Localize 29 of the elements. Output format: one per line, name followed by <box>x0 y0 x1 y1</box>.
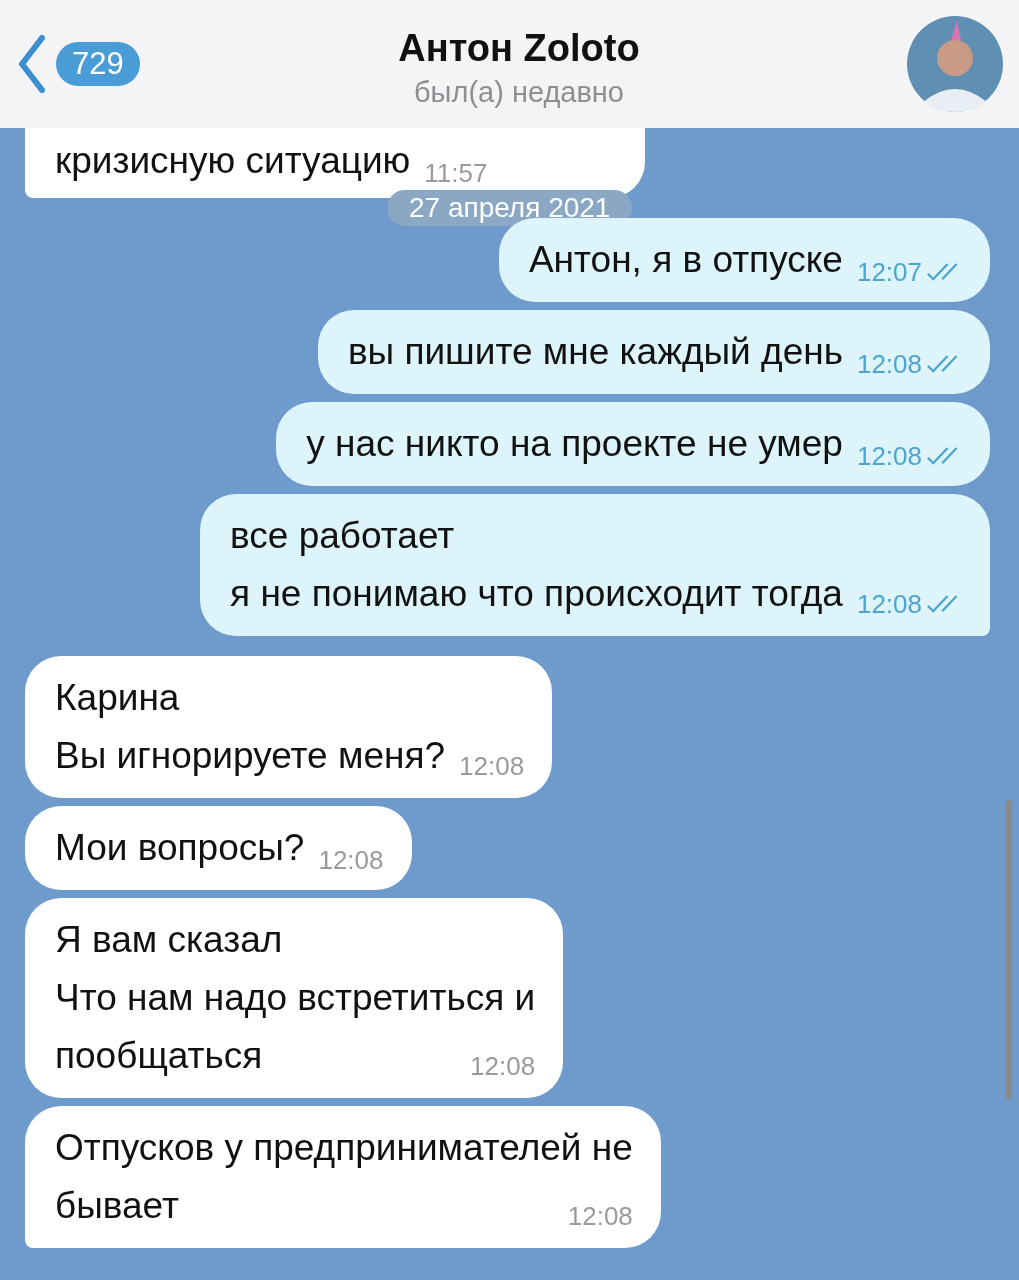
message-time: 12:08 <box>318 844 384 877</box>
message-text: пообщаться <box>55 1034 263 1078</box>
message-text: у нас никто на проекте не умер <box>306 422 843 466</box>
unread-badge: 729 <box>56 42 140 86</box>
message-time: 12:08 <box>459 750 525 783</box>
message-text: Я вам сказал <box>55 918 284 962</box>
message-text: я не понимаю что происходит тогда <box>230 572 843 616</box>
message-time: 12:08 <box>856 440 922 473</box>
last-seen-status: был(а) недавно <box>413 76 625 109</box>
message-text: Антон, я в отпуске <box>528 238 843 282</box>
message-time: 12:08 <box>856 588 922 621</box>
message-text: Вы игнорируете меня? <box>55 734 446 778</box>
avatar[interactable] <box>907 16 1003 112</box>
message-text: Карина <box>55 676 181 720</box>
message-time: 12:08 <box>567 1200 633 1233</box>
message-time: 12:07 <box>856 256 922 289</box>
message-text: Мои вопросы? <box>55 826 305 870</box>
scrollbar[interactable] <box>1006 800 1012 1100</box>
message-text: Отпусков у предпринимателей не <box>55 1126 633 1170</box>
message-time: 12:08 <box>470 1050 536 1083</box>
message-time: 11:57 <box>424 157 488 190</box>
message-text: Что нам надо встретиться и <box>55 976 536 1020</box>
contact-name: Антон Zoloto <box>397 27 641 70</box>
message-text: кризисную ситуацию <box>55 139 411 183</box>
message-text: все работает <box>230 514 456 558</box>
message-time: 12:08 <box>856 348 922 381</box>
back-icon[interactable] <box>16 34 46 94</box>
message-text: вы пишите мне каждый день <box>347 330 843 374</box>
message-text: бывает <box>55 1184 179 1228</box>
